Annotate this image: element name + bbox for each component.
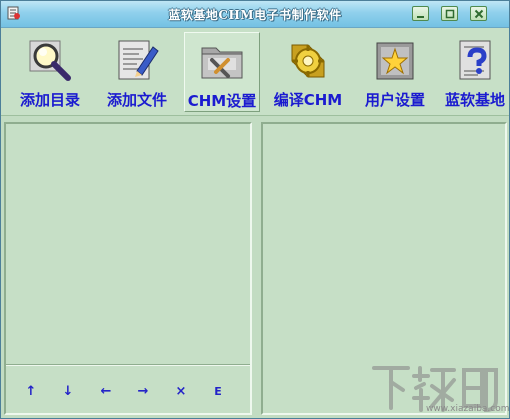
close-button[interactable] [470, 6, 487, 21]
toolbar-user-settings-button[interactable]: 用户设置 [356, 32, 434, 112]
toolbar-label: 添加目录 [19, 91, 80, 109]
maximize-icon [445, 9, 455, 19]
toolbar-add-directory-button[interactable]: 添加目录 [11, 32, 89, 112]
gear-compile-icon [291, 44, 325, 78]
tree-controls-bar: ↑ ↓ ← → × E [6, 365, 250, 414]
delete-button[interactable]: × [170, 383, 192, 401]
toolbar-add-file-button[interactable]: 添加文件 [98, 32, 176, 112]
toolbar: 添加目录 添加文件 CHM设置 编译CHM 用户设置 蓝软基地 [1, 28, 509, 116]
move-right-button[interactable]: → [132, 383, 154, 401]
move-down-button[interactable]: ↓ [57, 383, 79, 401]
toolbar-label: 编译CHM [273, 91, 343, 109]
watermark-url: www.xiazaiba.com [426, 404, 510, 414]
help-document-icon [459, 40, 490, 80]
main-window: 蓝软基地CHM电子书制作软件 添加目录 添加文件 CHM设置 编译CHM 用户设… [0, 0, 510, 419]
magnifier-icon [29, 40, 71, 81]
edit-document-icon [118, 40, 159, 80]
title-bar[interactable]: 蓝软基地CHM电子书制作软件 [1, 1, 509, 28]
directory-panel: ↑ ↓ ← → × E [4, 122, 252, 415]
move-up-button[interactable]: ↑ [20, 383, 42, 401]
edit-button[interactable]: E [207, 383, 229, 401]
folder-tools-icon [201, 47, 243, 79]
toolbar-label: 蓝软基地 [445, 91, 506, 109]
toolbar-label: CHM设置 [187, 92, 257, 110]
toolbar-label: 添加文件 [106, 91, 167, 109]
directory-tree[interactable] [9, 127, 247, 363]
minimize-button[interactable] [412, 6, 429, 21]
move-left-button[interactable]: ← [95, 383, 117, 401]
toolbar-chm-settings-button[interactable]: CHM设置 [184, 32, 260, 112]
toolbar-lanruan-button[interactable]: 蓝软基地 [442, 32, 509, 112]
minimize-icon [417, 16, 424, 18]
maximize-button[interactable] [441, 6, 458, 21]
toolbar-compile-chm-button[interactable]: 编译CHM [269, 32, 347, 112]
star-settings-icon [376, 42, 414, 80]
close-icon [474, 9, 484, 19]
toolbar-label: 用户设置 [364, 91, 425, 109]
window-title: 蓝软基地CHM电子书制作软件 [168, 8, 342, 22]
